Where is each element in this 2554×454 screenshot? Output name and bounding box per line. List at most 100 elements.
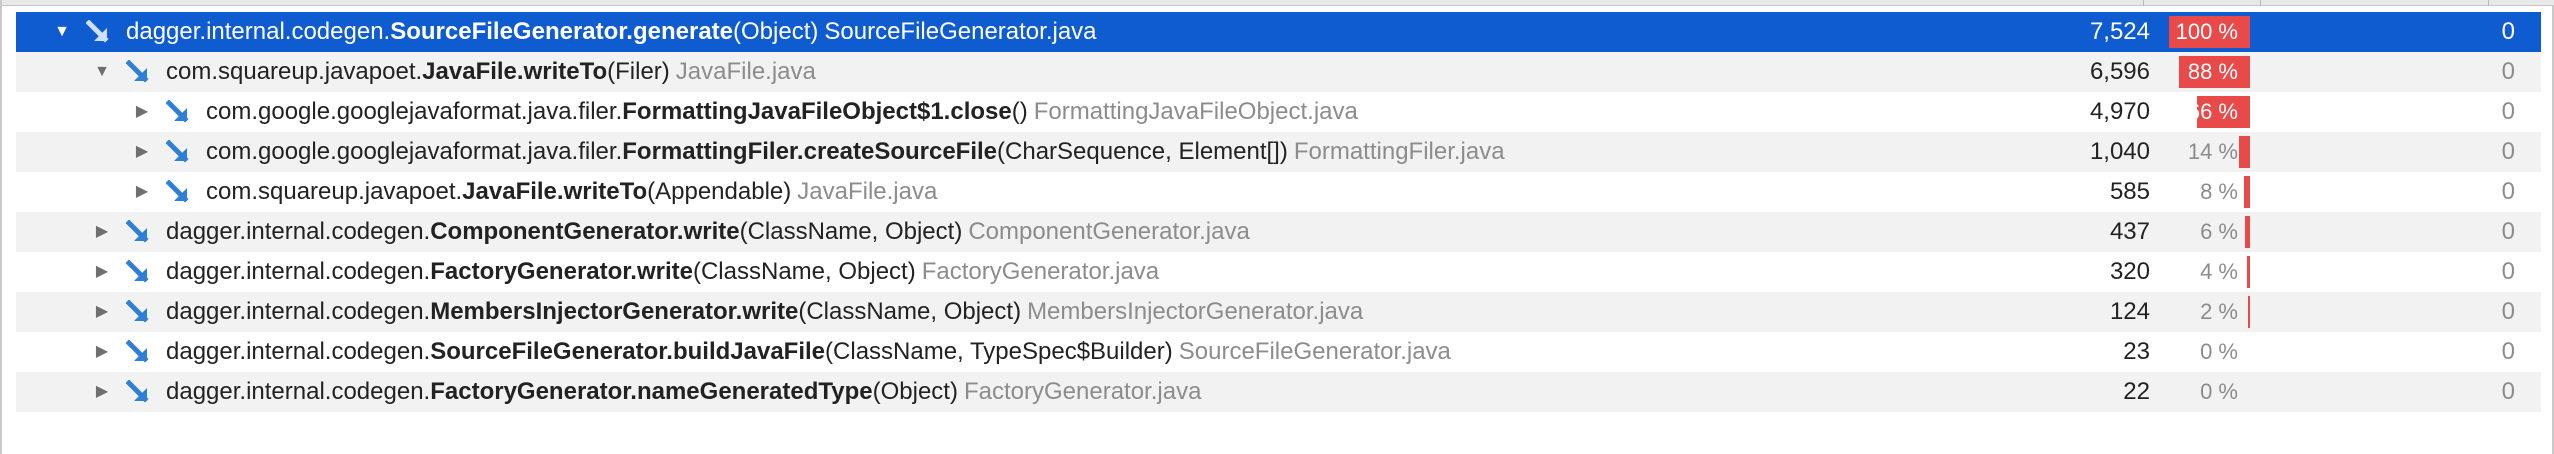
method-args: (ClassName, TypeSpec$Builder) [825, 338, 1173, 365]
method-label: dagger.internal.codegen.SourceFileGenera… [166, 338, 1451, 366]
source-file-name: FormattingFiler.java [1293, 138, 1505, 165]
source-file-name: ComponentGenerator.java [968, 218, 1250, 245]
percent-cell: 0 % [2157, 336, 2250, 368]
own-time: 0 [2501, 378, 2515, 405]
own-time: 0 [2501, 178, 2515, 205]
method-label: dagger.internal.codegen.ComponentGenerat… [166, 218, 1250, 246]
method-args: (ClassName, Object) [692, 258, 916, 285]
tree-row[interactable]: ▶ dagger.internal.codegen.ComponentGenera… [16, 212, 2541, 252]
time-ms: 23 [2123, 338, 2150, 365]
tree-row[interactable]: ▼ dagger.internal.codegen.SourceFileGener… [16, 12, 2541, 52]
percent-cell: 4 % [2157, 256, 2250, 288]
method-call-arrow-icon [126, 260, 149, 283]
package-name: dagger.internal.codegen. [166, 378, 431, 405]
triangle-down-icon[interactable]: ▼ [92, 62, 112, 82]
percent-label: 0 % [2200, 379, 2238, 404]
percent-cell: 0 % [2157, 376, 2250, 408]
method-name: ComponentGenerator.write [430, 218, 740, 245]
tree-row[interactable]: ▶ dagger.internal.codegen.SourceFileGener… [16, 332, 2541, 372]
method-label: com.google.googlejavaformat.java.filer.F… [206, 98, 1358, 126]
package-name: com.squareup.javapoet. [166, 58, 423, 85]
triangle-right-icon[interactable]: ▶ [132, 182, 152, 202]
method-args: (Object) [733, 18, 819, 45]
triangle-right-icon[interactable]: ▶ [132, 102, 152, 122]
method-call-arrow-icon [166, 180, 189, 203]
triangle-right-icon[interactable]: ▶ [132, 142, 152, 162]
method-name: FormattingJavaFileObject$1.close [622, 98, 1012, 125]
method-label: dagger.internal.codegen.FactoryGenerator… [166, 258, 1159, 286]
tree-row[interactable]: ▼ com.squareup.javapoet.JavaFile.writeTo(… [16, 52, 2541, 92]
method-args: () [1011, 98, 1028, 125]
percent-cell: 14 % [2157, 136, 2250, 168]
source-file-name: FormattingJavaFileObject.java [1033, 98, 1358, 125]
method-call-arrow-icon [86, 20, 109, 43]
percent-bar [2239, 136, 2250, 168]
tree-row[interactable]: ▶ com.squareup.javapoet.JavaFile.writeTo(… [16, 172, 2541, 212]
percent-cell: 88 % [2157, 56, 2250, 88]
time-ms: 6,596 [2089, 58, 2150, 85]
tree-row[interactable]: ▶ com.google.googlejavaformat.java.filer.… [16, 132, 2541, 172]
tree-row[interactable]: ▶ dagger.internal.codegen.FactoryGenerato… [16, 372, 2541, 412]
source-file-name: FactoryGenerator.java [921, 258, 1160, 285]
percent-label: 14 % [2187, 139, 2238, 164]
method-label: com.squareup.javapoet.JavaFile.writeTo(A… [206, 178, 937, 206]
time-ms: 437 [2109, 218, 2150, 245]
time-ms: 320 [2109, 258, 2150, 285]
percent-cell: 100 % [2157, 16, 2250, 48]
method-args: (CharSequence, Element[]) [997, 138, 1288, 165]
triangle-right-icon[interactable]: ▶ [92, 262, 112, 282]
source-file-name: JavaFile.java [797, 178, 938, 205]
method-args: (ClassName, Object) [798, 298, 1022, 325]
method-call-arrow-icon [126, 300, 149, 323]
tree-row[interactable]: ▶ dagger.internal.codegen.FactoryGenerato… [16, 252, 2541, 292]
method-call-arrow-icon [166, 100, 189, 123]
method-label: dagger.internal.codegen. MembersInjectorG… [166, 298, 1363, 326]
percent-label: 66 % [2187, 99, 2238, 124]
triangle-right-icon[interactable]: ▶ [92, 222, 112, 242]
package-name: dagger.internal.codegen. [166, 298, 431, 325]
method-call-arrow-icon [126, 380, 149, 403]
percent-label: 2 % [2200, 299, 2238, 324]
tree-row[interactable]: ▶ com.google.googlejavaformat.java.filer.… [16, 92, 2541, 132]
triangle-right-icon[interactable]: ▶ [92, 382, 112, 402]
method-label: dagger.internal.codegen.FactoryGenerator… [166, 378, 1201, 406]
time-ms: 585 [2109, 178, 2150, 205]
package-name: dagger.internal.codegen. [126, 18, 391, 45]
method-name: SourceFileGenerator.buildJavaFile [430, 338, 826, 365]
own-time: 0 [2501, 218, 2515, 245]
source-file-name: FactoryGenerator.java [963, 378, 1202, 405]
method-args: (Appendable) [647, 178, 792, 205]
percent-bar [2244, 176, 2250, 208]
method-name: SourceFileGenerator.generate [390, 18, 734, 45]
source-file-name: MembersInjectorGenerator.java [1027, 298, 1364, 325]
percent-label: 8 % [2200, 179, 2238, 204]
method-call-arrow-icon [126, 340, 149, 363]
percent-bar [2245, 216, 2250, 248]
method-name: JavaFile.writeTo [422, 58, 608, 85]
triangle-right-icon[interactable]: ▶ [92, 302, 112, 322]
source-file-name: JavaFile.java [675, 58, 816, 85]
triangle-right-icon[interactable]: ▶ [92, 342, 112, 362]
method-args: (Object) [872, 378, 958, 405]
percent-cell: 6 % [2157, 216, 2250, 248]
percent-label: 88 % [2187, 59, 2238, 84]
package-name: dagger.internal.codegen. [166, 218, 431, 245]
time-ms: 1,040 [2089, 138, 2150, 165]
method-name: FactoryGenerator.nameGeneratedType [430, 378, 873, 405]
method-label: com.google.googlejavaformat.java.filer.F… [206, 138, 1505, 166]
method-args: (ClassName, Object) [739, 218, 963, 245]
time-ms: 4,970 [2089, 98, 2150, 125]
call-tree: ▼ dagger.internal.codegen.SourceFileGener… [0, 0, 2554, 454]
method-name: JavaFile.writeTo [462, 178, 648, 205]
triangle-down-icon[interactable]: ▼ [52, 22, 72, 42]
method-name: FactoryGenerator.write [430, 258, 693, 285]
package-name: dagger.internal.codegen. [166, 258, 431, 285]
own-time: 0 [2501, 98, 2515, 125]
percent-bar [2248, 296, 2250, 328]
tree-row[interactable]: ▶ dagger.internal.codegen. MembersInjector… [16, 292, 2541, 332]
package-name: com.google.googlejavaformat.java.filer. [206, 98, 623, 125]
percent-label: 100 % [2175, 19, 2238, 44]
column-header-edge [2, 0, 2554, 6]
source-file-name: SourceFileGenerator.java [824, 18, 1097, 45]
percent-bar [2247, 256, 2250, 288]
